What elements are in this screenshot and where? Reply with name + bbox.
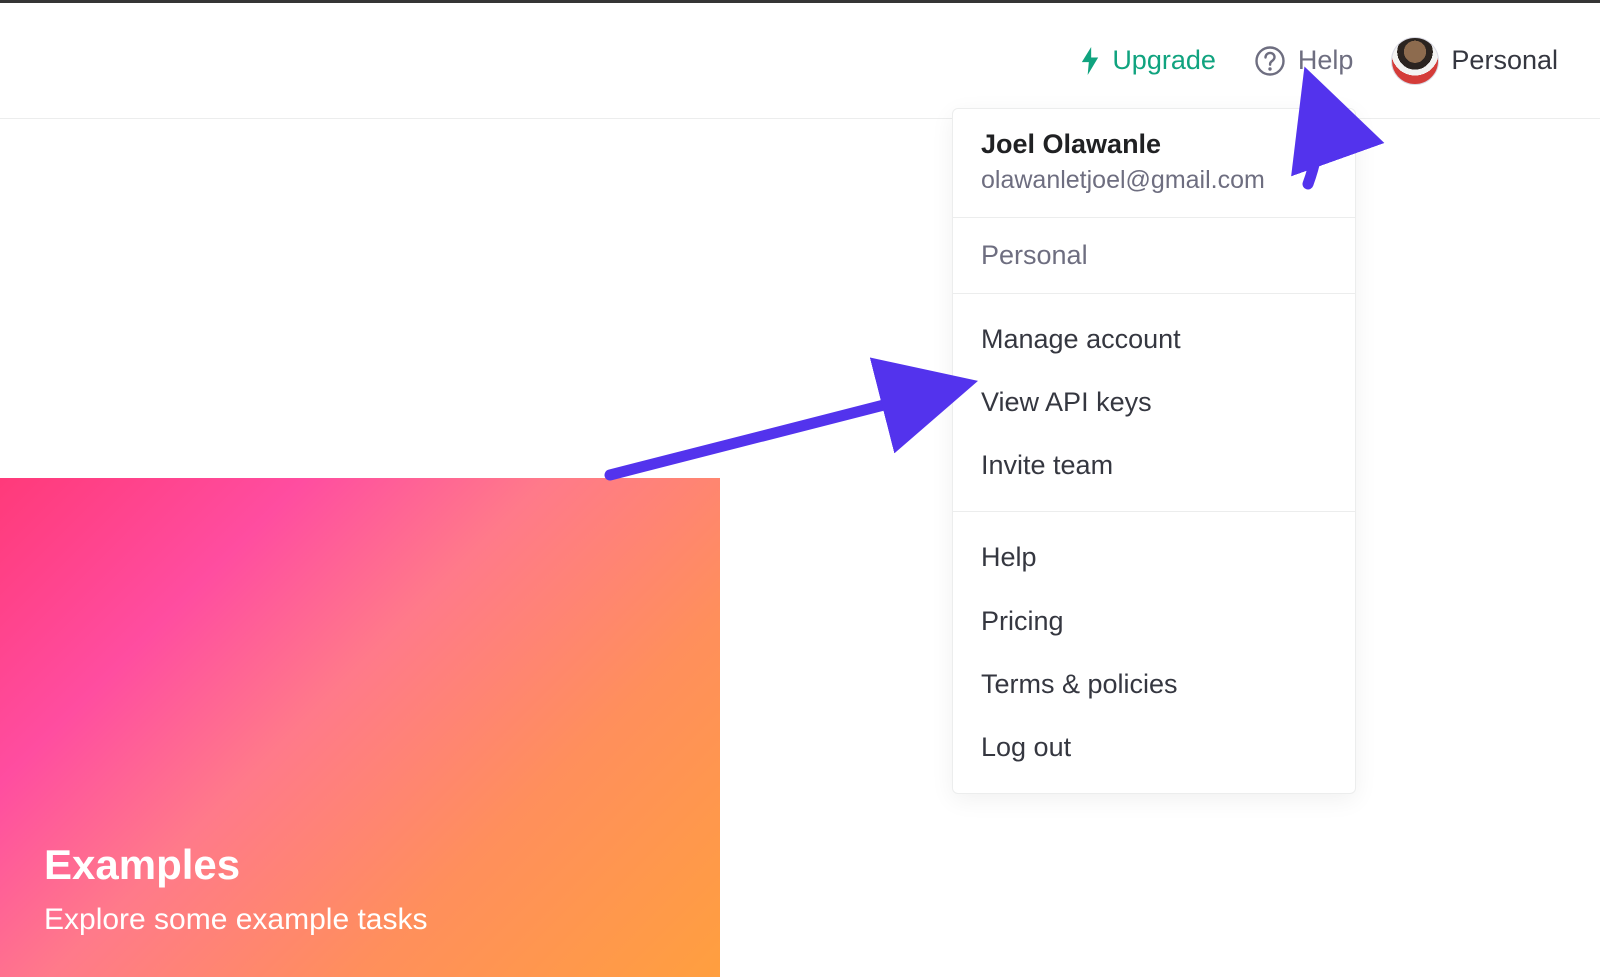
menu-user-email: olawanletjoel@gmail.com	[981, 166, 1327, 195]
menu-account-group: Manage account View API keys Invite team	[953, 294, 1355, 512]
menu-invite-team[interactable]: Invite team	[953, 434, 1355, 497]
menu-item-label: Pricing	[981, 606, 1064, 636]
menu-links-group: Help Pricing Terms & policies Log out	[953, 512, 1355, 793]
menu-manage-account[interactable]: Manage account	[953, 308, 1355, 371]
menu-item-label: Manage account	[981, 324, 1181, 354]
menu-item-label: Invite team	[981, 450, 1113, 480]
help-button[interactable]: Help	[1254, 45, 1354, 77]
upgrade-label: Upgrade	[1112, 45, 1216, 76]
account-dropdown: Joel Olawanle olawanletjoel@gmail.com Pe…	[952, 108, 1356, 794]
workspace-label: Personal	[1451, 45, 1558, 76]
bolt-icon	[1080, 47, 1100, 75]
menu-terms[interactable]: Terms & policies	[953, 653, 1355, 716]
menu-item-label: View API keys	[981, 387, 1152, 417]
examples-subtitle: Explore some example tasks	[44, 903, 676, 937]
help-label: Help	[1298, 45, 1354, 76]
examples-title: Examples	[44, 841, 676, 889]
menu-item-label: Log out	[981, 732, 1071, 762]
examples-card[interactable]: Examples Explore some example tasks	[0, 478, 720, 977]
menu-log-out[interactable]: Log out	[953, 716, 1355, 779]
menu-item-label: Help	[981, 542, 1037, 572]
menu-user-info: Joel Olawanle olawanletjoel@gmail.com	[953, 109, 1355, 218]
menu-workspace[interactable]: Personal	[953, 218, 1355, 294]
menu-item-label: Terms & policies	[981, 669, 1178, 699]
upgrade-button[interactable]: Upgrade	[1080, 45, 1216, 76]
account-menu-trigger[interactable]: Personal	[1391, 37, 1558, 85]
menu-user-name: Joel Olawanle	[981, 129, 1327, 160]
menu-workspace-label: Personal	[981, 240, 1088, 270]
help-icon	[1254, 45, 1286, 77]
menu-pricing[interactable]: Pricing	[953, 590, 1355, 653]
menu-view-api-keys[interactable]: View API keys	[953, 371, 1355, 434]
menu-help[interactable]: Help	[953, 526, 1355, 589]
top-header: Upgrade Help Personal	[0, 3, 1600, 119]
avatar	[1391, 37, 1439, 85]
